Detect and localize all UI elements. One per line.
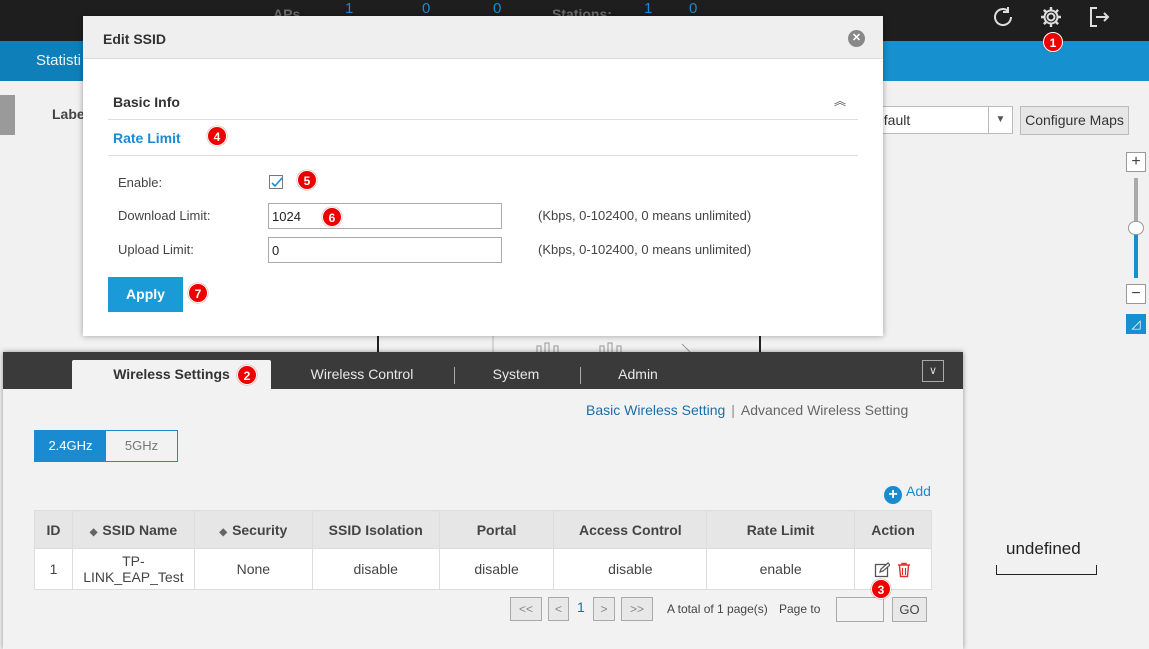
col-access-control: Access Control: [553, 510, 708, 549]
callout-badge-4: 4: [207, 126, 227, 146]
add-label: Add: [906, 483, 931, 499]
sub-navigation: Basic Wireless Setting | Advanced Wireless…: [586, 402, 908, 418]
col-ssid-isolation: SSID Isolation: [311, 510, 440, 549]
chevron-up-icon[interactable]: ︽: [834, 92, 846, 109]
current-page[interactable]: 1: [577, 599, 585, 615]
tab-divider: [454, 367, 455, 384]
zoom-out-button[interactable]: −: [1126, 284, 1146, 304]
section-basic-info[interactable]: Basic Info ︽: [108, 86, 858, 120]
panel-tab-bar: Wireless Settings Wireless Control Syste…: [3, 352, 963, 389]
callout-badge-1: 1: [1043, 32, 1063, 52]
col-rate-limit: Rate Limit: [706, 510, 856, 549]
tab-wireless-control[interactable]: Wireless Control: [283, 360, 441, 389]
map-side-panel: [15, 316, 38, 352]
map-edit-icon[interactable]: ◿: [1126, 314, 1146, 334]
scale-bar: [996, 565, 1097, 575]
sort-icon: ◆: [89, 526, 98, 538]
col-security[interactable]: ◆ Security: [193, 510, 313, 549]
link-separator: |: [731, 402, 735, 418]
upload-limit-input[interactable]: [268, 237, 502, 263]
band-selector: 2.4GHz 5GHz: [34, 430, 178, 462]
go-button[interactable]: GO: [892, 597, 927, 622]
basic-info-heading: Basic Info: [113, 94, 180, 110]
close-icon[interactable]: ✕: [848, 30, 865, 47]
cell-ssid-isolation: disable: [311, 548, 440, 590]
edit-icon[interactable]: [874, 561, 890, 578]
chevron-down-icon[interactable]: ∨: [922, 360, 944, 382]
upload-limit-hint: (Kbps, 0-102400, 0 means unlimited): [538, 242, 752, 257]
cell-rate-limit: enable: [706, 548, 856, 590]
callout-badge-7: 7: [188, 283, 208, 303]
callout-badge-5: 5: [297, 170, 317, 190]
table-row: 1 TP-LINK_EAP_Test None disable disable …: [34, 548, 932, 590]
advanced-wireless-setting-link[interactable]: Advanced Wireless Setting: [741, 402, 908, 418]
gear-icon[interactable]: [1035, 0, 1067, 34]
col-security-label: Security: [232, 521, 288, 538]
tab-admin[interactable]: Admin: [591, 360, 685, 389]
settings-panel: Wireless Settings Wireless Control Syste…: [3, 352, 963, 649]
modal-header: Edit SSID ✕: [83, 16, 883, 59]
map-label-text: Labe: [52, 106, 85, 122]
logout-icon[interactable]: [1083, 0, 1115, 34]
callout-badge-6: 6: [322, 207, 342, 227]
ssid-table: ID ◆ SSID Name ◆ Security SSID Isolation P…: [34, 510, 932, 590]
col-ssid-name[interactable]: ◆ SSID Name: [71, 510, 195, 549]
page-to-label: Page to: [779, 602, 821, 616]
download-limit-hint: (Kbps, 0-102400, 0 means unlimited): [538, 208, 752, 223]
apply-button[interactable]: Apply: [108, 277, 183, 312]
enable-checkbox[interactable]: [269, 175, 283, 189]
check-icon: [271, 177, 283, 188]
cell-action: [854, 548, 932, 590]
tab-divider: [580, 367, 581, 384]
modal-title: Edit SSID: [103, 31, 167, 47]
col-action: Action: [854, 510, 932, 549]
sort-icon: ◆: [219, 526, 228, 538]
plus-icon: +: [884, 486, 902, 504]
callout-badge-2: 2: [237, 365, 257, 385]
download-limit-label: Download Limit:: [118, 208, 211, 223]
page-to-input[interactable]: [836, 597, 884, 622]
download-limit-input[interactable]: [268, 203, 502, 229]
trash-icon[interactable]: [896, 562, 912, 578]
chevron-down-icon: ▼: [988, 107, 1012, 133]
col-id: ID: [34, 510, 73, 549]
band-tab-5ghz[interactable]: 5GHz: [106, 431, 177, 461]
col-ssid-name-label: SSID Name: [102, 521, 178, 538]
table-header-row: ID ◆ SSID Name ◆ Security SSID Isolation P…: [34, 510, 932, 549]
cell-ssid-name: TP-LINK_EAP_Test: [71, 548, 195, 590]
tab-system[interactable]: System: [463, 360, 569, 389]
zoom-slider-track-upper: [1134, 178, 1138, 226]
scale-label: undefined: [1006, 539, 1081, 558]
cell-id: 1: [34, 548, 73, 590]
zoom-in-button[interactable]: +: [1126, 152, 1146, 172]
stations-count-2: 0: [689, 0, 698, 17]
cell-security: None: [193, 548, 313, 590]
upload-limit-label: Upload Limit:: [118, 242, 194, 257]
zoom-slider-handle[interactable]: [1128, 221, 1144, 235]
map-scroll-strip: [0, 95, 15, 135]
stations-count-1: 1: [644, 0, 653, 17]
cell-portal: disable: [438, 548, 555, 590]
rate-limit-heading: Rate Limit: [113, 130, 181, 146]
aps-count-3: 0: [493, 0, 502, 17]
basic-wireless-setting-link[interactable]: Basic Wireless Setting: [586, 402, 725, 418]
map-select[interactable]: efault ▼: [868, 106, 1013, 134]
total-pages-text: A total of 1 page(s): [667, 602, 768, 616]
last-page-button[interactable]: >>: [621, 597, 653, 621]
aps-count-1: 1: [345, 0, 354, 17]
prev-page-button[interactable]: <: [548, 597, 569, 621]
add-ssid-button[interactable]: + Add: [884, 483, 931, 504]
configure-maps-button[interactable]: Configure Maps: [1020, 106, 1129, 135]
refresh-icon[interactable]: [987, 0, 1019, 34]
col-portal: Portal: [438, 510, 555, 549]
enable-label: Enable:: [118, 175, 163, 190]
band-tab-2-4ghz[interactable]: 2.4GHz: [35, 431, 106, 461]
next-page-button[interactable]: >: [593, 597, 615, 621]
callout-badge-3: 3: [871, 579, 891, 599]
aps-count-2: 0: [422, 0, 431, 17]
first-page-button[interactable]: <<: [510, 597, 542, 621]
cell-access-control: disable: [553, 548, 708, 590]
